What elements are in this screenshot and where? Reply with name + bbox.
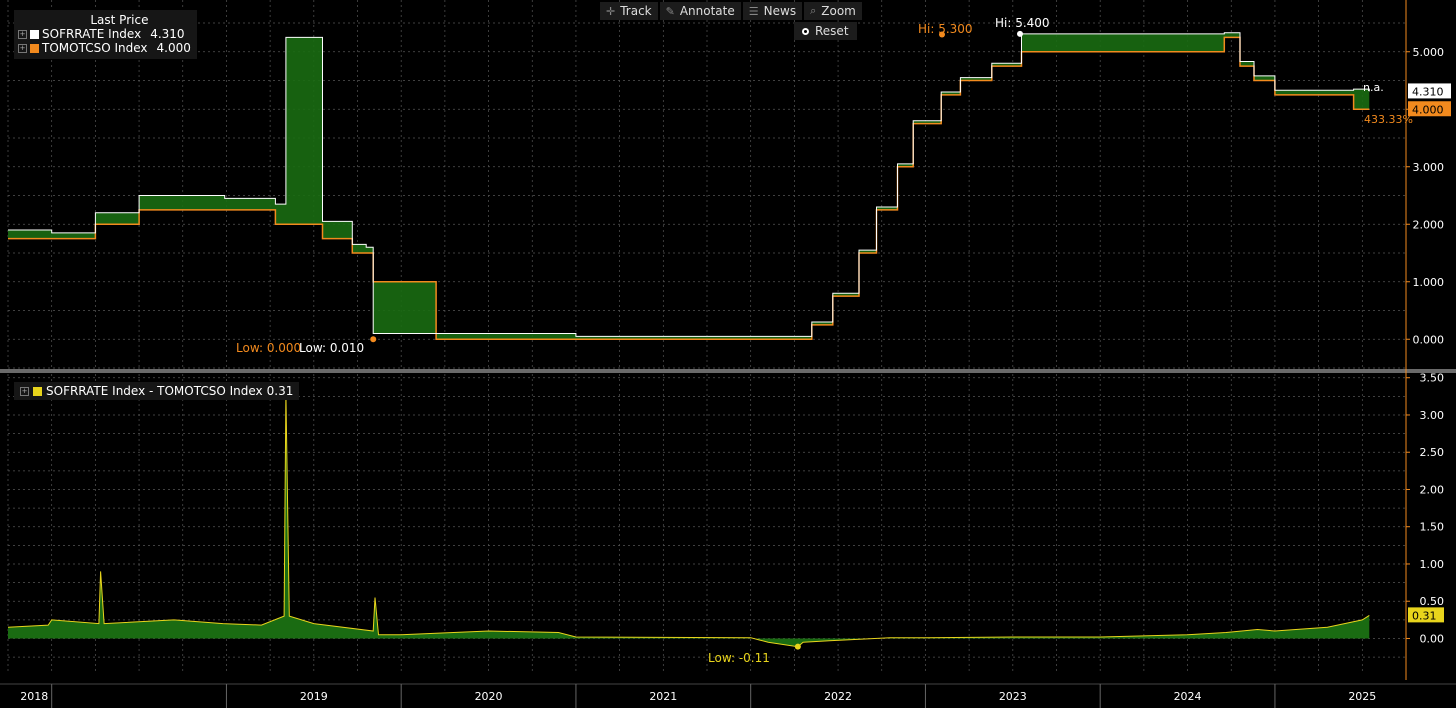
spread-last-value-tag: 0.31 bbox=[1412, 609, 1437, 622]
legend-item-name: SOFRRATE Index - TOMOTCSO Index bbox=[46, 384, 263, 398]
y-tick-label: 2.000 bbox=[1413, 218, 1445, 231]
x-tick-label: 2022 bbox=[824, 690, 852, 703]
y-tick-label: 0.00 bbox=[1420, 632, 1445, 645]
expand-icon[interactable]: + bbox=[18, 43, 27, 53]
news-label: News bbox=[763, 4, 797, 18]
legend-item-value: 4.310 bbox=[150, 27, 185, 41]
series-swatch bbox=[33, 386, 42, 396]
zoom-button[interactable]: ⌕ Zoom bbox=[804, 2, 862, 20]
low-orange-label: Low: 0.000 bbox=[236, 341, 301, 355]
x-tick-label: 2021 bbox=[649, 690, 677, 703]
legend-header: Last Price bbox=[90, 13, 149, 27]
pencil-icon: ✎ bbox=[665, 4, 675, 18]
expand-icon[interactable]: + bbox=[20, 386, 29, 396]
expand-icon[interactable]: + bbox=[18, 29, 27, 39]
sofr-spread-fill bbox=[8, 32, 1370, 340]
spread-low-dot bbox=[794, 643, 801, 650]
bottom-legend[interactable]: + SOFRRATE Index - TOMOTCSO Index 0.31 bbox=[14, 382, 300, 400]
y-tick-label: 3.50 bbox=[1420, 372, 1445, 385]
crosshair-icon: ✛ bbox=[606, 4, 616, 18]
chart-canvas: 0.000 1.000 2.000 3.000 4.000 5.000 0.00 0.50 1.… bbox=[0, 0, 1456, 708]
tomotcso-series-line bbox=[8, 36, 1370, 341]
news-button[interactable]: ☰ News bbox=[742, 2, 803, 20]
pct-label: 433.33% bbox=[1364, 113, 1413, 126]
reset-button[interactable]: Reset bbox=[794, 22, 857, 40]
radio-icon bbox=[802, 27, 809, 35]
low-white-label: Low: 0.010 bbox=[299, 341, 364, 355]
legend-item-value: 0.31 bbox=[266, 384, 294, 398]
legend-item-name: SOFRRATE Index bbox=[42, 27, 142, 41]
x-tick-label: 2018 bbox=[20, 690, 48, 703]
y-tick-label: 3.000 bbox=[1413, 161, 1445, 174]
legend-item-tomotcso[interactable]: + TOMOTCSO Index 4.000 bbox=[18, 41, 191, 55]
magnifier-icon: ⌕ bbox=[810, 4, 817, 17]
y-tick-label: 1.00 bbox=[1420, 558, 1445, 571]
y-tick-label: 1.000 bbox=[1413, 276, 1445, 289]
reset-label: Reset bbox=[815, 24, 849, 38]
legend-item-value: 4.000 bbox=[156, 41, 191, 55]
spread-area-fill bbox=[8, 392, 1370, 647]
annotations: Hi: 5.300 Hi: 5.400 Low: 0.000Low: 0.010 n.… bbox=[236, 16, 1451, 665]
low-dot bbox=[370, 336, 377, 343]
tomo-last-value-tag: 4.000 bbox=[1412, 103, 1444, 116]
fill-area bbox=[8, 32, 1370, 340]
x-tick-label: 2020 bbox=[475, 690, 503, 703]
sofr-last-value-tag: 4.310 bbox=[1412, 85, 1444, 98]
series-swatch bbox=[30, 29, 39, 39]
y-tick-label: 0.000 bbox=[1413, 333, 1445, 346]
legend-item-sofrrate[interactable]: + SOFRRATE Index 4.310 bbox=[18, 27, 191, 41]
track-label: Track bbox=[620, 4, 652, 18]
hi-white-label: Hi: 5.400 bbox=[995, 16, 1050, 30]
axes: 0.000 1.000 2.000 3.000 4.000 5.000 0.00 0.50 1.… bbox=[0, 0, 1456, 708]
hi-orange-dot bbox=[939, 31, 945, 38]
y-tick-label: 1.50 bbox=[1420, 521, 1445, 534]
chart-toolbar: ✛ Track ✎ Annotate ☰ News ⌕ Zoom bbox=[600, 2, 862, 20]
y-tick-label: 2.00 bbox=[1420, 483, 1445, 496]
x-tick-label: 2024 bbox=[1174, 690, 1202, 703]
na-label: n.a. bbox=[1363, 81, 1384, 94]
y-tick-label: 0.50 bbox=[1420, 595, 1445, 608]
legend-item-name: TOMOTCSO Index bbox=[42, 41, 148, 55]
series-swatch bbox=[30, 43, 39, 53]
hi-white-dot bbox=[1017, 30, 1023, 37]
spread-low-label: Low: -0.11 bbox=[708, 651, 770, 665]
pane-divider bbox=[0, 369, 1456, 373]
x-tick-label: 2025 bbox=[1348, 690, 1376, 703]
x-tick-label: 2019 bbox=[300, 690, 328, 703]
annotate-label: Annotate bbox=[679, 4, 735, 18]
annotate-button[interactable]: ✎ Annotate bbox=[659, 2, 741, 20]
track-button[interactable]: ✛ Track bbox=[600, 2, 658, 20]
fill-area bbox=[8, 392, 1370, 647]
zoom-label: Zoom bbox=[821, 4, 856, 18]
spread-series-line bbox=[7, 392, 1370, 648]
y-tick-label: 3.00 bbox=[1420, 409, 1445, 422]
x-tick-label: 2023 bbox=[999, 690, 1027, 703]
hi-orange-label: Hi: 5.300 bbox=[918, 22, 973, 36]
y-tick-label: 5.000 bbox=[1413, 46, 1445, 59]
y-tick-label: 2.50 bbox=[1420, 446, 1445, 459]
sofrrate-series-line bbox=[8, 32, 1370, 337]
news-icon: ☰ bbox=[748, 4, 759, 18]
top-legend: Last Price + SOFRRATE Index 4.310 + TOMO… bbox=[14, 10, 197, 59]
